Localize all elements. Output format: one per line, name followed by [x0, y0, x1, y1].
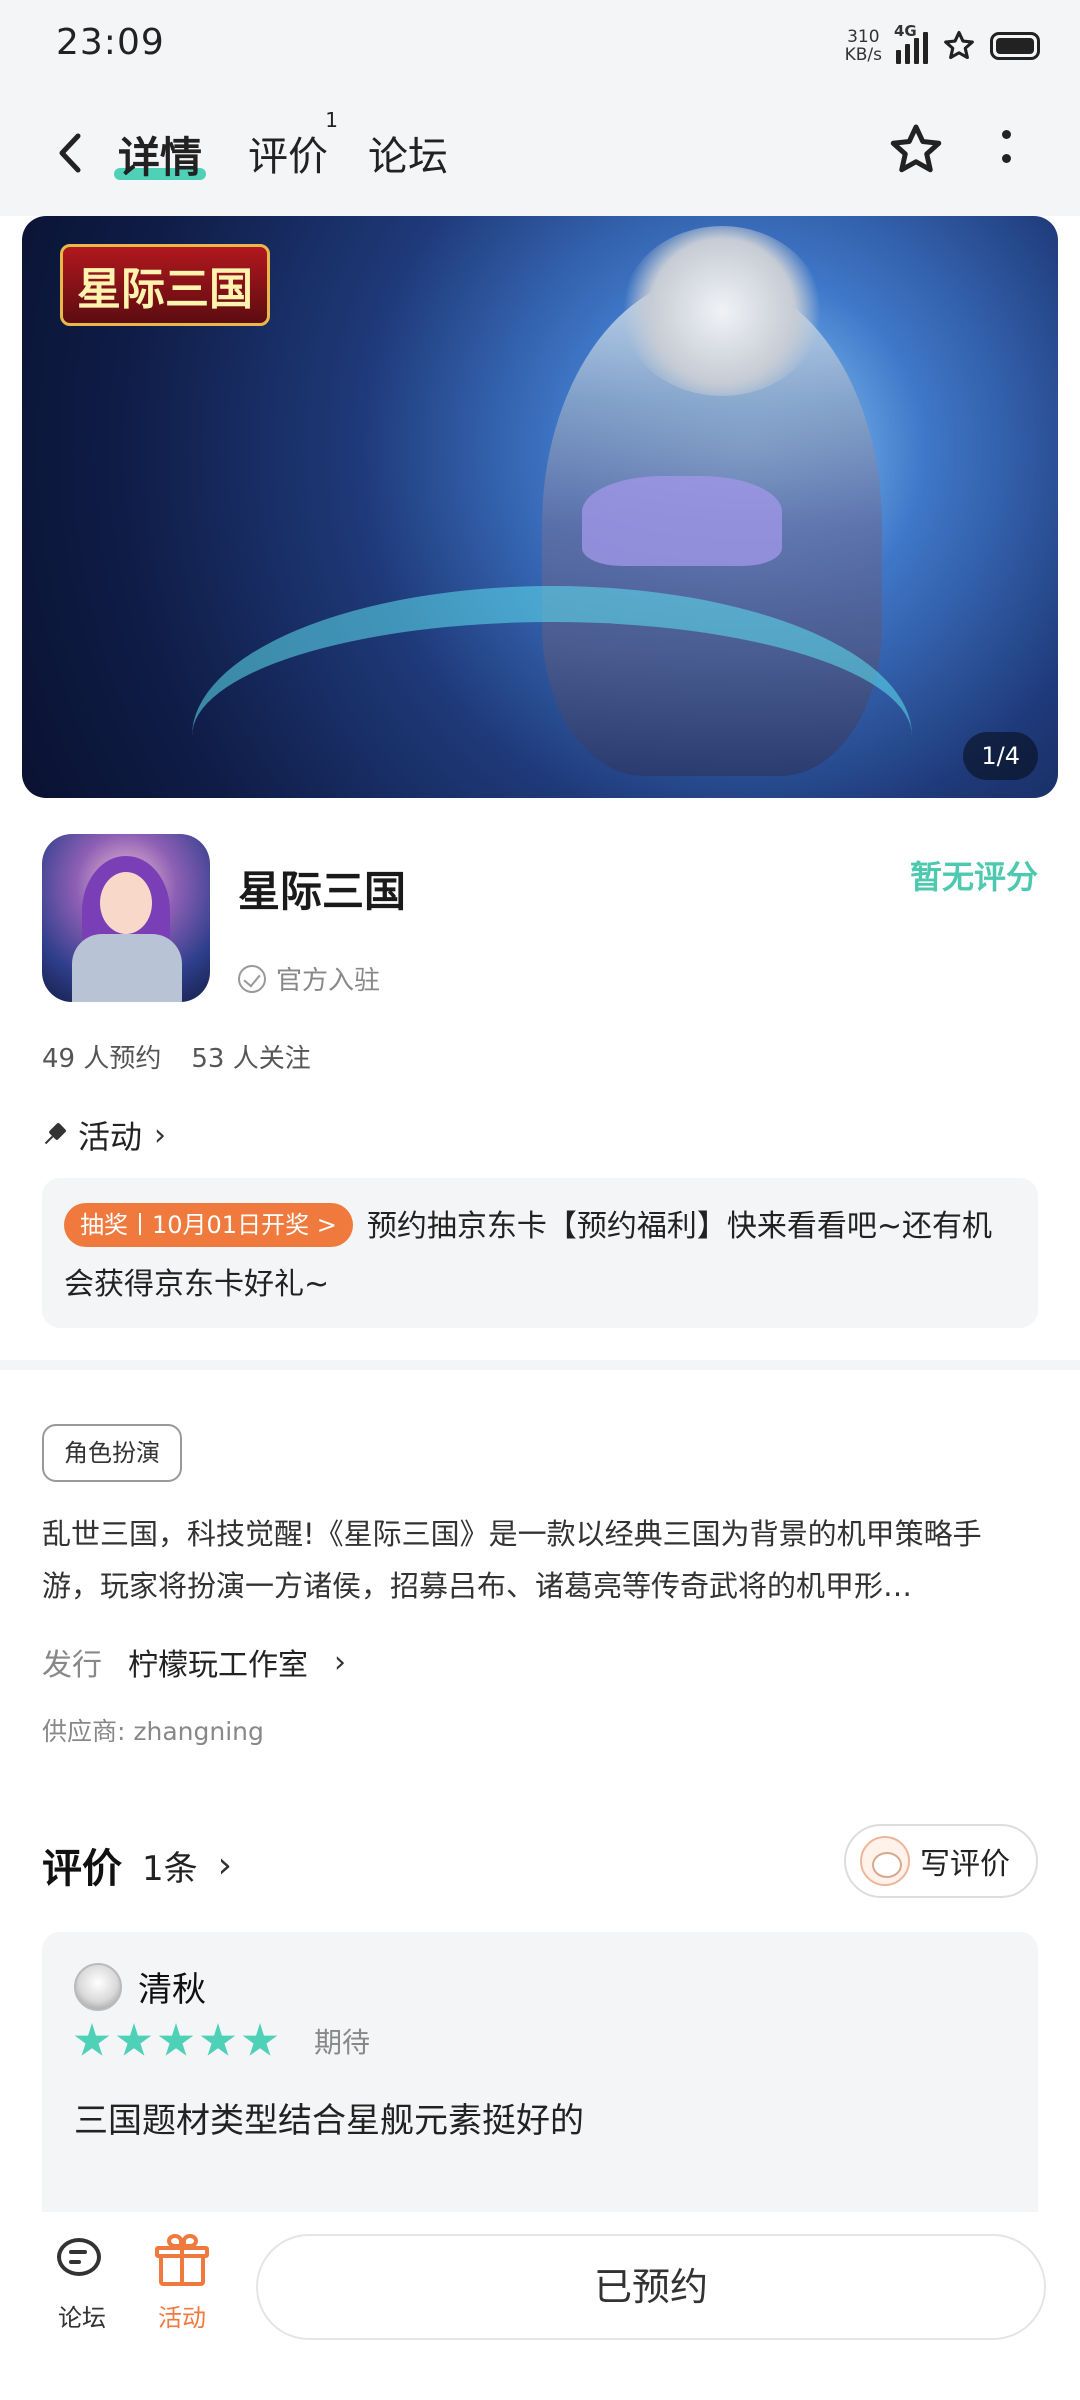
verified-check-icon: [238, 964, 266, 993]
star-icon: [158, 2023, 194, 2056]
reviewer-name[interactable]: 清秋: [138, 1962, 206, 2011]
rating-status: 暂无评分: [909, 858, 1038, 896]
banner-page-indicator: 1/4: [963, 732, 1038, 780]
review-text: 三国题材类型结合星舰元素挺好的: [74, 2101, 584, 2141]
genre-tag[interactable]: 角色扮演: [42, 1424, 182, 1482]
star-notification-icon: [944, 30, 974, 60]
bottom-nav-activity[interactable]: 活动: [142, 2234, 222, 2333]
bottom-nav-forum[interactable]: 论坛: [42, 2234, 122, 2333]
reviewer-row: 清秋: [74, 1962, 1006, 2011]
publisher-row[interactable]: 发行 柠檬玩工作室 ›: [42, 1640, 346, 1684]
official-badge: 官方入驻: [238, 960, 380, 997]
game-banner[interactable]: 星际三国 1/4: [22, 216, 1058, 798]
app-stats: 49 人预约 53 人关注: [42, 1038, 311, 1075]
star-icon: [242, 2023, 278, 2056]
tab-reviews[interactable]: 评价 1: [248, 108, 338, 182]
reserved-button[interactable]: 已预约: [256, 2234, 1046, 2340]
signal-icon: 4G: [894, 22, 928, 64]
follower-count: 53 人关注: [191, 1044, 311, 1074]
back-arrow-icon[interactable]: [50, 128, 90, 178]
star-icon: [74, 2023, 110, 2056]
star-icon: [116, 2023, 152, 2056]
bottom-action-bar: 论坛 活动 已预约: [0, 2212, 1080, 2400]
star-icon: [200, 2023, 236, 2056]
chevron-right-icon: ›: [154, 1117, 167, 1153]
reviews-header[interactable]: 评价 1条 ›: [42, 1836, 232, 1894]
reservation-count: 49 人预约: [42, 1044, 162, 1074]
pin-icon: [37, 1118, 71, 1152]
reviews-count: 1条: [142, 1848, 198, 1889]
review-status: 期待: [314, 2026, 371, 2059]
gift-icon: [155, 2234, 209, 2288]
chevron-right-icon: ›: [334, 1644, 346, 1680]
network-speed: 310 KB/s: [844, 27, 882, 65]
tab-details[interactable]: 详情: [118, 124, 202, 185]
battery-icon: [990, 32, 1040, 60]
chevron-right-icon: ›: [217, 1844, 233, 1886]
app-icon: [42, 834, 210, 1002]
status-bar: 23:09 310 KB/s 4G: [0, 0, 1080, 90]
status-icons: 310 KB/s 4G: [844, 22, 1040, 68]
game-description[interactable]: 乱世三国，科技觉醒!《星际三国》是一款以经典三国为背景的机甲策略手游，玩家将扮演…: [42, 1508, 1038, 1612]
activity-card[interactable]: 抽奖丨10月01日开奖 > 预约抽京东卡【预约福利】快来看看吧~还有机会获得京东卡…: [42, 1178, 1038, 1328]
review-rating: 期待: [74, 2021, 1006, 2061]
lottery-tag: 抽奖丨10月01日开奖 >: [64, 1202, 353, 1247]
app-name: 星际三国: [238, 867, 407, 916]
tab-forum[interactable]: 论坛: [368, 124, 448, 182]
activity-header[interactable]: 活动 ›: [42, 1112, 166, 1158]
publisher-label: 发行: [42, 1648, 102, 1683]
avatar[interactable]: [74, 1962, 122, 2011]
status-time: 23:09: [56, 22, 165, 63]
forum-chat-icon: [55, 2234, 109, 2288]
more-options-icon[interactable]: [996, 130, 1016, 174]
reviews-title: 评价: [42, 1846, 122, 1892]
cat-mascot-icon: [860, 1836, 910, 1886]
banner-game-logo: 星际三国: [60, 244, 270, 326]
supplier-info: 供应商: zhangning: [42, 1717, 264, 1746]
favorite-star-icon[interactable]: [886, 120, 946, 180]
top-nav: 详情 评价 1 论坛: [0, 90, 1080, 216]
tab-reviews-badge: 1: [325, 108, 338, 132]
write-review-button[interactable]: 写评价: [844, 1824, 1038, 1898]
publisher-name: 柠檬玩工作室: [128, 1648, 308, 1683]
review-card[interactable]: 清秋 期待 三国题材类型结合星舰元素挺好的: [42, 1932, 1038, 2212]
section-divider: [0, 1360, 1080, 1370]
